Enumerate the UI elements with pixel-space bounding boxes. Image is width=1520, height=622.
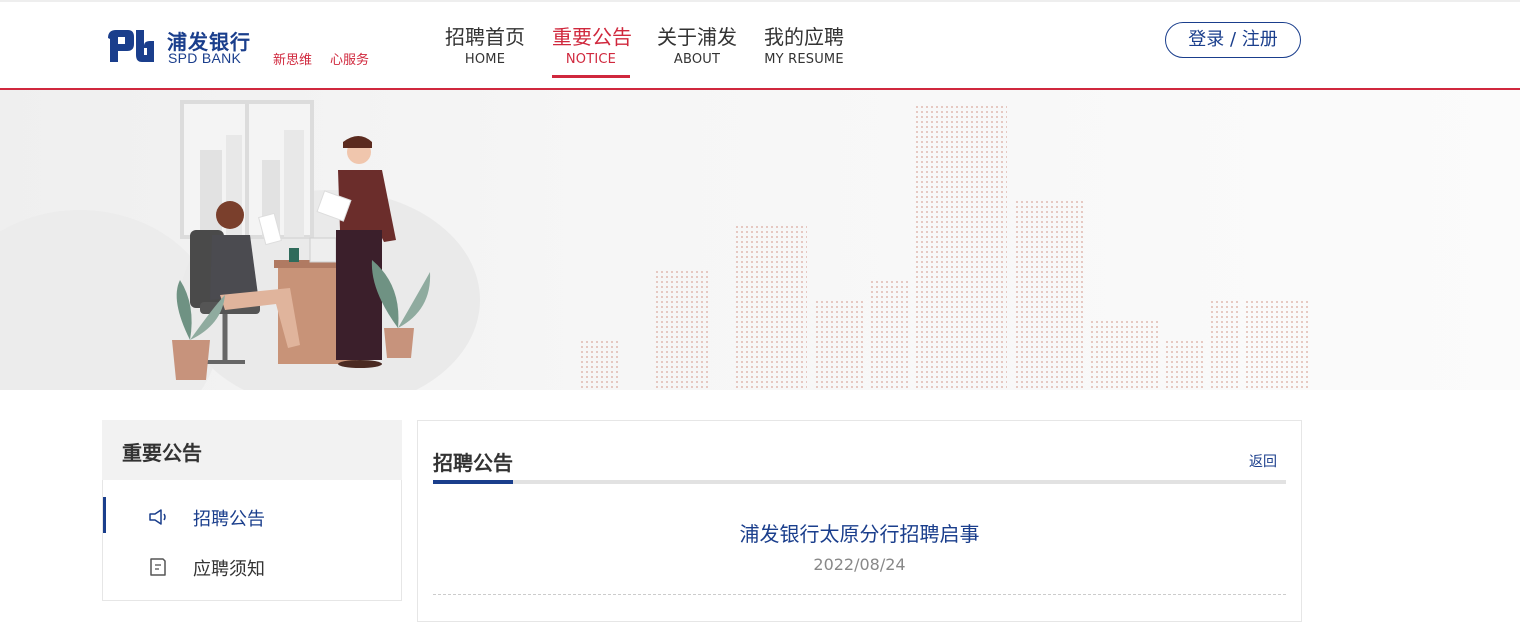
megaphone-icon (149, 509, 166, 525)
brand-slogan-1: 新思维 (273, 53, 313, 68)
article-date: 2022/08/24 (813, 555, 906, 574)
nav-about-label-en: ABOUT (673, 52, 721, 67)
sidebar-menu: 招聘公告 应聘须知 (102, 480, 402, 601)
nav-about-label: 关于浦发 (657, 25, 737, 49)
nav-my-resume-label-en: MY RESUME (764, 52, 844, 67)
sidebar-title: 重要公告 (122, 441, 202, 465)
tab-track (433, 480, 1286, 484)
banner-illustration (0, 100, 1310, 390)
article-title[interactable]: 浦发银行太原分行招聘启事 (418, 518, 1301, 547)
nav-home-label-en: HOME (464, 52, 506, 67)
nav-home[interactable]: 招聘首页 HOME (444, 2, 526, 88)
nav-active-underline (552, 75, 630, 78)
back-link[interactable]: 返回 (1249, 451, 1277, 471)
tab-active-indicator (433, 480, 513, 484)
nav-notice-label: 重要公告 (552, 25, 632, 49)
nav-my-resume[interactable]: 我的应聘 MY RESUME (760, 2, 848, 88)
nav-notice[interactable]: 重要公告 NOTICE (552, 2, 632, 88)
active-marker (103, 497, 106, 533)
hero-banner (0, 90, 1520, 390)
brand-logo[interactable]: 浦发银行 SPD BANK 新思维 心服务 (106, 26, 386, 70)
sidebar-item-label: 招聘公告 (193, 509, 265, 530)
panel-title: 招聘公告 (433, 451, 513, 475)
spdb-logo-icon (108, 30, 154, 62)
sidebar-item-label: 应聘须知 (193, 559, 265, 580)
nav-about[interactable]: 关于浦发 ABOUT (656, 2, 738, 88)
nav-home-label: 招聘首页 (445, 25, 525, 49)
nav-my-resume-label: 我的应聘 (764, 25, 844, 49)
site-header: 浦发银行 SPD BANK 新思维 心服务 招聘首页 HOME 重要公告 NOT… (0, 2, 1520, 88)
sidebar-item-application-guide[interactable]: 应聘须知 (103, 547, 401, 587)
brand-slogan-2: 心服务 (330, 53, 370, 68)
document-icon (150, 558, 166, 576)
notice-panel: 招聘公告 返回 浦发银行太原分行招聘启事 2022/08/24 (417, 420, 1302, 622)
login-register-button[interactable]: 登录 / 注册 (1165, 22, 1301, 58)
brand-name-en: SPD BANK (168, 50, 242, 66)
sidebar-item-recruitment-notice[interactable]: 招聘公告 (103, 497, 401, 537)
sidebar-header: 重要公告 (102, 420, 402, 480)
nav-notice-label-en: NOTICE (565, 52, 617, 67)
